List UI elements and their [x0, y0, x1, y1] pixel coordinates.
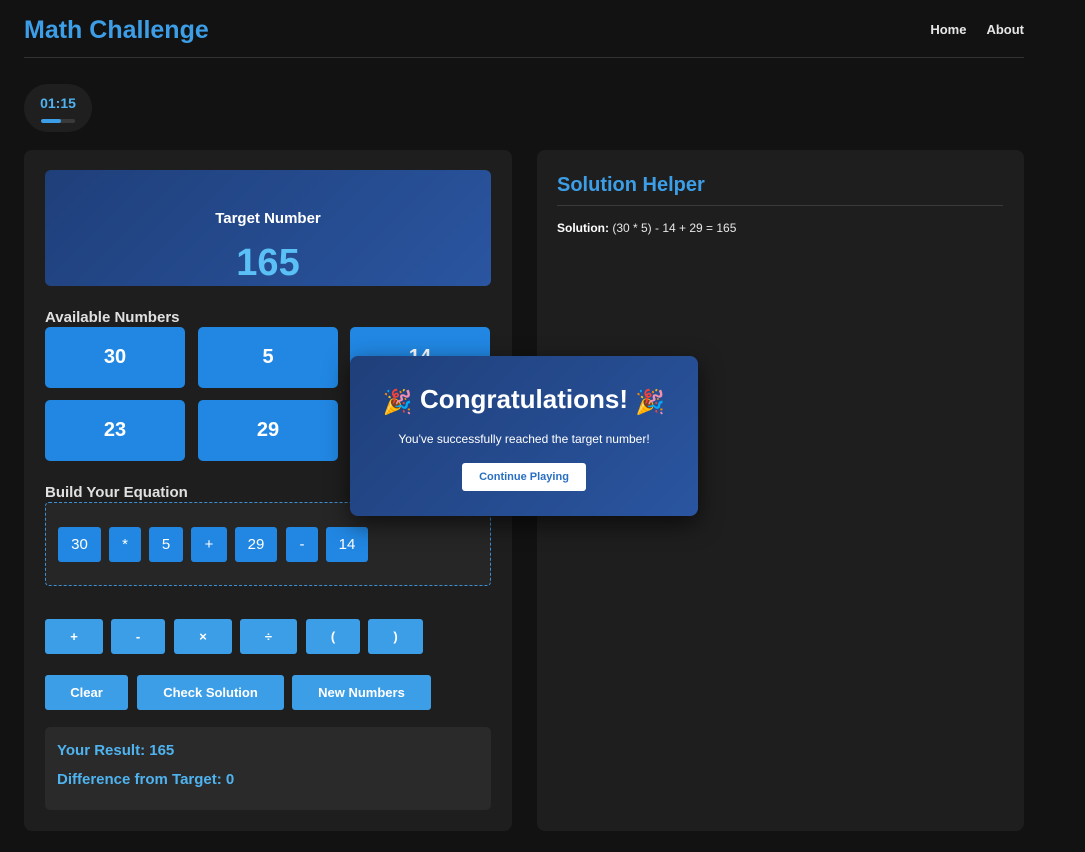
timer-progress-fill	[41, 119, 62, 123]
clear-button[interactable]: Clear	[45, 675, 128, 710]
equation-token[interactable]: -	[286, 527, 318, 562]
your-result: Your Result: 165	[57, 742, 175, 759]
modal-message: You've successfully reached the target n…	[398, 432, 650, 446]
nav-home-link[interactable]: Home	[930, 22, 966, 37]
operator-divide-button[interactable]: ÷	[240, 619, 297, 654]
modal-title-row: 🎉 Congratulations! 🎉	[350, 384, 698, 417]
operator-plus-button[interactable]: +	[45, 619, 103, 654]
operator-multiply-button[interactable]: ×	[174, 619, 232, 654]
party-popper-icon: 🎉	[382, 389, 413, 416]
divider	[557, 205, 1003, 206]
header: Math Challenge Home About	[24, 0, 1024, 58]
solution-value: (30 * 5) - 14 + 29 = 165	[608, 221, 737, 235]
nav-about-link[interactable]: About	[986, 22, 1024, 37]
equation-token[interactable]: 29	[235, 527, 277, 562]
open-paren-button[interactable]: (	[306, 619, 360, 654]
timer-text: 01:15	[40, 95, 76, 111]
congratulations-modal: 🎉 Congratulations! 🎉 You've successfully…	[350, 356, 698, 516]
timer: 01:15	[24, 84, 92, 132]
target-label: Target Number	[215, 210, 321, 227]
result-box: Your Result: 165 Difference from Target:…	[45, 727, 491, 810]
number-button[interactable]: 5	[198, 327, 338, 388]
solution-label: Solution:	[557, 221, 609, 235]
new-numbers-button[interactable]: New Numbers	[292, 675, 431, 710]
nav: Home About	[930, 22, 1024, 37]
check-solution-button[interactable]: Check Solution	[137, 675, 284, 710]
app-title: Math Challenge	[24, 16, 209, 44]
equation-token[interactable]: *	[109, 527, 141, 562]
solution-helper-title: Solution Helper	[557, 174, 705, 196]
number-button[interactable]: 23	[45, 400, 185, 461]
target-card: Target Number 165	[45, 170, 491, 286]
difference-from-target: Difference from Target: 0	[57, 771, 235, 788]
build-equation-label: Build Your Equation	[45, 484, 188, 501]
number-button[interactable]: 30	[45, 327, 185, 388]
party-popper-icon: 🎉	[635, 389, 666, 416]
solution-text: Solution: (30 * 5) - 14 + 29 = 165	[557, 221, 736, 235]
target-value: 165	[236, 242, 300, 284]
equation-token[interactable]: 14	[326, 527, 368, 562]
continue-playing-button[interactable]: Continue Playing	[462, 463, 586, 491]
number-button[interactable]: 29	[198, 400, 338, 461]
equation-token[interactable]: +	[191, 527, 227, 562]
equation-token[interactable]: 30	[58, 527, 101, 562]
modal-title: Congratulations!	[420, 384, 628, 414]
operator-minus-button[interactable]: -	[111, 619, 165, 654]
equation-token[interactable]: 5	[149, 527, 183, 562]
close-paren-button[interactable]: )	[368, 619, 423, 654]
timer-progress-track	[41, 119, 75, 123]
available-numbers-label: Available Numbers	[45, 309, 180, 326]
